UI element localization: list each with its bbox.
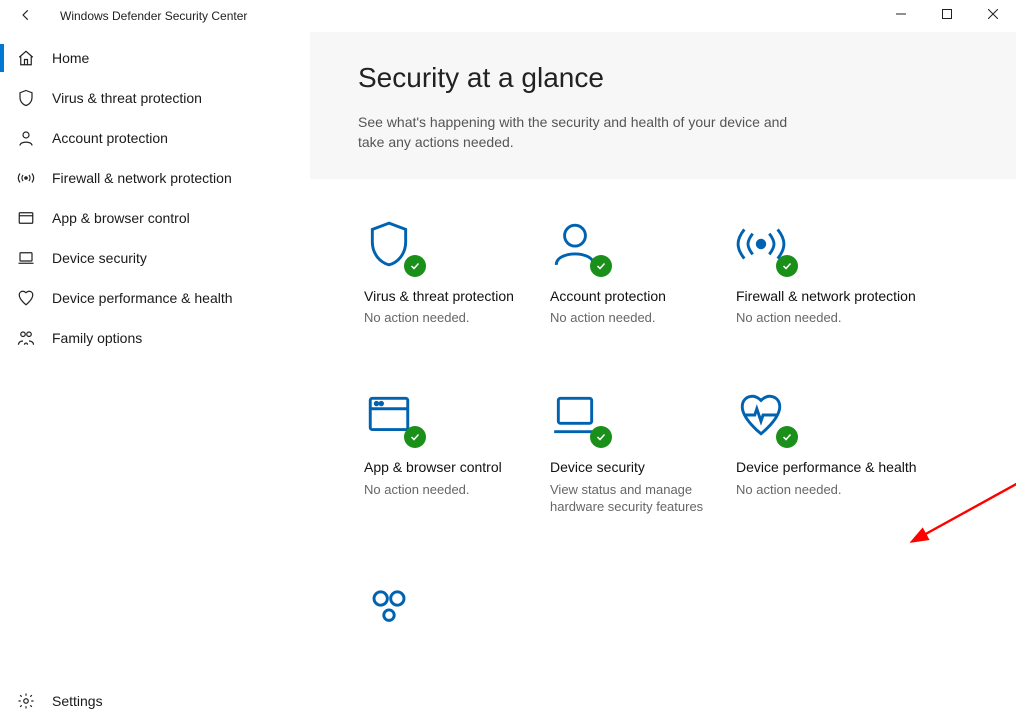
sidebar-item-label: Firewall & network protection bbox=[36, 170, 232, 186]
tile-title: Firewall & network protection bbox=[736, 287, 922, 305]
family-icon bbox=[16, 328, 36, 348]
tile-device-security[interactable]: Device security View status and manage h… bbox=[550, 390, 736, 515]
status-ok-icon bbox=[404, 255, 426, 277]
home-icon bbox=[16, 48, 36, 68]
page-subtitle: See what's happening with the security a… bbox=[358, 112, 788, 153]
sidebar-item-firewall[interactable]: Firewall & network protection bbox=[0, 158, 310, 198]
gear-icon bbox=[16, 691, 36, 711]
sidebar-item-account[interactable]: Account protection bbox=[0, 118, 310, 158]
tile-status: No action needed. bbox=[364, 309, 534, 327]
antenna-icon bbox=[16, 168, 36, 188]
tile-performance-health[interactable]: Device performance & health No action ne… bbox=[736, 390, 922, 515]
person-icon bbox=[16, 128, 36, 148]
sidebar-item-label: App & browser control bbox=[36, 210, 190, 226]
tile-status: No action needed. bbox=[364, 481, 534, 499]
heart-icon bbox=[16, 288, 36, 308]
main-panel: Security at a glance See what's happenin… bbox=[310, 32, 1016, 725]
titlebar: Windows Defender Security Center bbox=[0, 0, 1016, 32]
tile-status: No action needed. bbox=[550, 309, 720, 327]
settings-label: Settings bbox=[36, 693, 103, 709]
sidebar-item-label: Device security bbox=[36, 250, 147, 266]
tile-status: View status and manage hardware security… bbox=[550, 481, 720, 516]
tile-status: No action needed. bbox=[736, 309, 906, 327]
status-ok-icon bbox=[776, 255, 798, 277]
sidebar-item-label: Account protection bbox=[36, 130, 168, 146]
sidebar-item-performance[interactable]: Device performance & health bbox=[0, 278, 310, 318]
tile-account-protection[interactable]: Account protection No action needed. bbox=[550, 219, 736, 327]
tile-title: Virus & threat protection bbox=[364, 287, 550, 305]
tile-virus-protection[interactable]: Virus & threat protection No action need… bbox=[364, 219, 550, 327]
sidebar-item-device-security[interactable]: Device security bbox=[0, 238, 310, 278]
tile-title: App & browser control bbox=[364, 458, 550, 476]
family-icon bbox=[364, 586, 414, 626]
sidebar-item-settings[interactable]: Settings bbox=[0, 677, 310, 725]
laptop-icon bbox=[16, 248, 36, 268]
sidebar-item-label: Family options bbox=[36, 330, 142, 346]
close-button[interactable] bbox=[970, 0, 1016, 32]
status-ok-icon bbox=[590, 426, 612, 448]
sidebar-item-family[interactable]: Family options bbox=[0, 318, 310, 358]
browser-icon bbox=[16, 208, 36, 228]
tile-status: No action needed. bbox=[736, 481, 906, 499]
tile-title: Account protection bbox=[550, 287, 736, 305]
hero-banner: Security at a glance See what's happenin… bbox=[310, 32, 1016, 179]
sidebar: Home Virus & threat protection Account p… bbox=[0, 32, 310, 725]
tile-title: Device performance & health bbox=[736, 458, 922, 476]
sidebar-item-label: Home bbox=[36, 50, 89, 66]
sidebar-item-home[interactable]: Home bbox=[0, 38, 310, 78]
page-title: Security at a glance bbox=[358, 62, 980, 94]
sidebar-item-label: Device performance & health bbox=[36, 290, 233, 306]
status-ok-icon bbox=[590, 255, 612, 277]
shield-icon bbox=[16, 88, 36, 108]
status-ok-icon bbox=[776, 426, 798, 448]
status-ok-icon bbox=[404, 426, 426, 448]
minimize-button[interactable] bbox=[878, 0, 924, 32]
tile-firewall[interactable]: Firewall & network protection No action … bbox=[736, 219, 922, 327]
window-title: Windows Defender Security Center bbox=[42, 9, 247, 23]
sidebar-item-virus[interactable]: Virus & threat protection bbox=[0, 78, 310, 118]
back-button[interactable] bbox=[10, 8, 42, 25]
maximize-button[interactable] bbox=[924, 0, 970, 32]
sidebar-item-label: Virus & threat protection bbox=[36, 90, 202, 106]
sidebar-item-app-browser[interactable]: App & browser control bbox=[0, 198, 310, 238]
tile-family-partial[interactable] bbox=[364, 586, 416, 626]
tile-title: Device security bbox=[550, 458, 736, 476]
tile-app-browser[interactable]: App & browser control No action needed. bbox=[364, 390, 550, 515]
